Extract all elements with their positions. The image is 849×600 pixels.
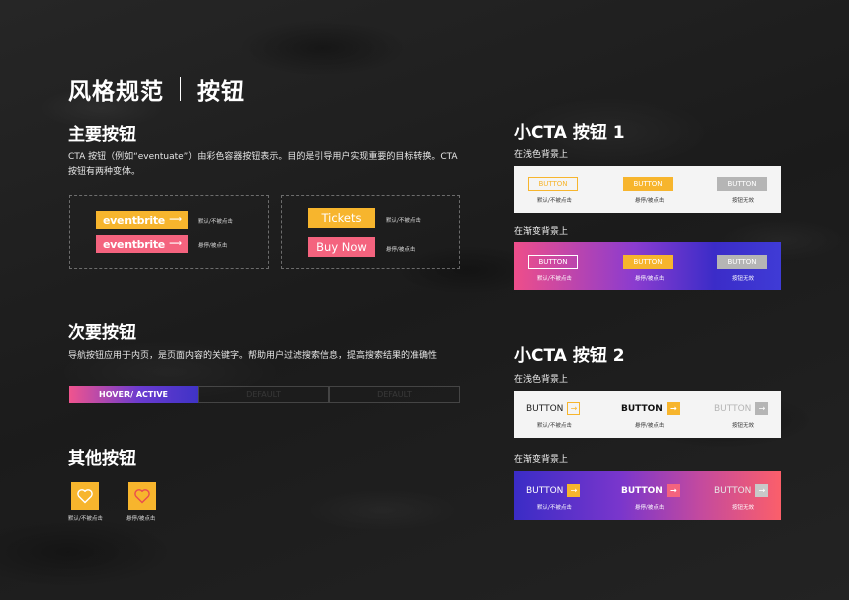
state-caption: 默认/不被点击 [537,505,572,511]
arrow-right-icon: → [567,484,581,497]
arrow-right-icon: ⟶ [169,215,182,225]
state-caption: 默认/不被点击 [537,276,572,282]
eventbrite-label: eventbrite [103,237,165,251]
tickets-button[interactable]: Tickets [308,208,375,228]
arrow-right-icon: → [755,484,769,497]
arrow-right-icon: ⟶ [169,239,182,249]
title-divider [180,77,181,101]
cta2-button-label: BUTTON [714,403,752,414]
page-title: 风格规范 按钮 [68,72,245,106]
cta2-light-panel: BUTTON → 默认/不被点击 BUTTON → 悬停/被点击 BUTTON … [514,391,781,438]
state-caption: 按钮无效 [732,505,755,511]
cta2-button-disabled[interactable]: BUTTON → [714,402,769,415]
state-caption: 悬停/被点击 [635,276,665,282]
state-caption: 按钮无效 [732,198,755,204]
arrow-right-icon: → [666,484,680,497]
state-caption: 悬停/被点击 [635,198,665,204]
buy-now-button[interactable]: Buy Now [308,237,375,257]
secondary-tab-active[interactable]: HOVER/ ACTIVE [69,386,198,403]
cta2-button-label: BUTTON [621,403,663,414]
cta1-gradient-panel: BUTTON 默认/不被点击 BUTTON 悬停/被点击 BUTTON 按钮无效 [514,242,781,290]
cta2-button-disabled[interactable]: BUTTON → [714,484,769,497]
cta2-button-label: BUTTON [526,485,564,496]
cta2-button-label: BUTTON [526,403,564,414]
secondary-tab-default[interactable]: DEFAULT [329,386,460,403]
arrow-right-icon: → [755,402,769,415]
cta2-heading: 小CTA 按钮 2 [514,346,625,366]
secondary-tab-default[interactable]: DEFAULT [198,386,329,403]
cta2-button-default[interactable]: BUTTON → [526,484,581,497]
ticket-button-group: Tickets 默认/不被点击 Buy Now 悬停/被点击 [281,195,460,269]
cta1-gradient-label: 在渐变背景上 [514,227,569,237]
primary-description: CTA 按钮（例如“eventuate”）由彩色容器按钮表示。目的是引导用户实现… [68,152,458,177]
favorite-button-default[interactable] [71,482,99,510]
state-caption: 悬停/被点击 [126,516,156,522]
heart-icon [77,489,93,504]
cta1-button-hover[interactable]: BUTTON [623,255,673,269]
state-caption: 默认/不被点击 [537,198,572,204]
state-caption: 默认/不被点击 [537,423,572,429]
arrow-right-icon: → [666,402,680,415]
cta2-button-label: BUTTON [714,485,752,496]
cta1-button-disabled[interactable]: BUTTON [717,255,767,269]
other-heading: 其他按钮 [68,449,136,469]
state-caption: 悬停/被点击 [635,505,665,511]
state-caption: 悬停/被点击 [635,423,665,429]
favorite-button-hover[interactable] [128,482,156,510]
cta2-button-hover[interactable]: BUTTON → [621,402,680,415]
cta2-button-label: BUTTON [621,485,663,496]
page-title-main: 风格规范 [68,79,164,105]
cta1-button-default[interactable]: BUTTON [528,255,578,269]
arrow-right-icon: → [567,402,581,415]
heart-icon [134,489,150,504]
cta2-button-default[interactable]: BUTTON → [526,402,581,415]
page-title-sub: 按钮 [197,79,245,105]
cta1-button-hover[interactable]: BUTTON [623,177,673,191]
secondary-tab-bar: HOVER/ ACTIVE DEFAULT DEFAULT [69,386,460,403]
cta1-button-default[interactable]: BUTTON [528,177,578,191]
secondary-description: 导航按钮应用于内页，是页面内容的关键字。帮助用户过滤搜索信息，提高搜索结果的准确… [68,351,438,361]
cta1-button-disabled[interactable]: BUTTON [717,177,767,191]
cta2-gradient-panel: BUTTON → 默认/不被点击 BUTTON → 悬停/被点击 BUTTON … [514,471,781,520]
primary-heading: 主要按钮 [68,125,136,145]
state-caption: 默认/不被点击 [198,219,233,225]
state-caption: 悬停/被点击 [198,243,228,249]
cta2-light-label: 在浅色背景上 [514,375,569,385]
secondary-heading: 次要按钮 [68,323,136,343]
cta1-light-panel: BUTTON 默认/不被点击 BUTTON 悬停/被点击 BUTTON 按钮无效 [514,166,781,213]
eventbrite-label: eventbrite [103,213,165,227]
eventbrite-button-hover[interactable]: eventbrite ⟶ [96,235,188,253]
cta2-button-hover[interactable]: BUTTON → [621,484,680,497]
state-caption: 默认/不被点击 [68,516,103,522]
cta2-gradient-label: 在渐变背景上 [514,455,569,465]
eventbrite-button-default[interactable]: eventbrite ⟶ [96,211,188,229]
state-caption: 按钮无效 [732,276,755,282]
eventbrite-button-group: eventbrite ⟶ 默认/不被点击 eventbrite ⟶ 悬停/被点击 [69,195,269,269]
state-caption: 悬停/被点击 [386,247,416,253]
state-caption: 默认/不被点击 [386,218,421,224]
state-caption: 按钮无效 [732,423,755,429]
cta1-light-label: 在浅色背景上 [514,150,569,160]
cta1-heading: 小CTA 按钮 1 [514,123,625,143]
